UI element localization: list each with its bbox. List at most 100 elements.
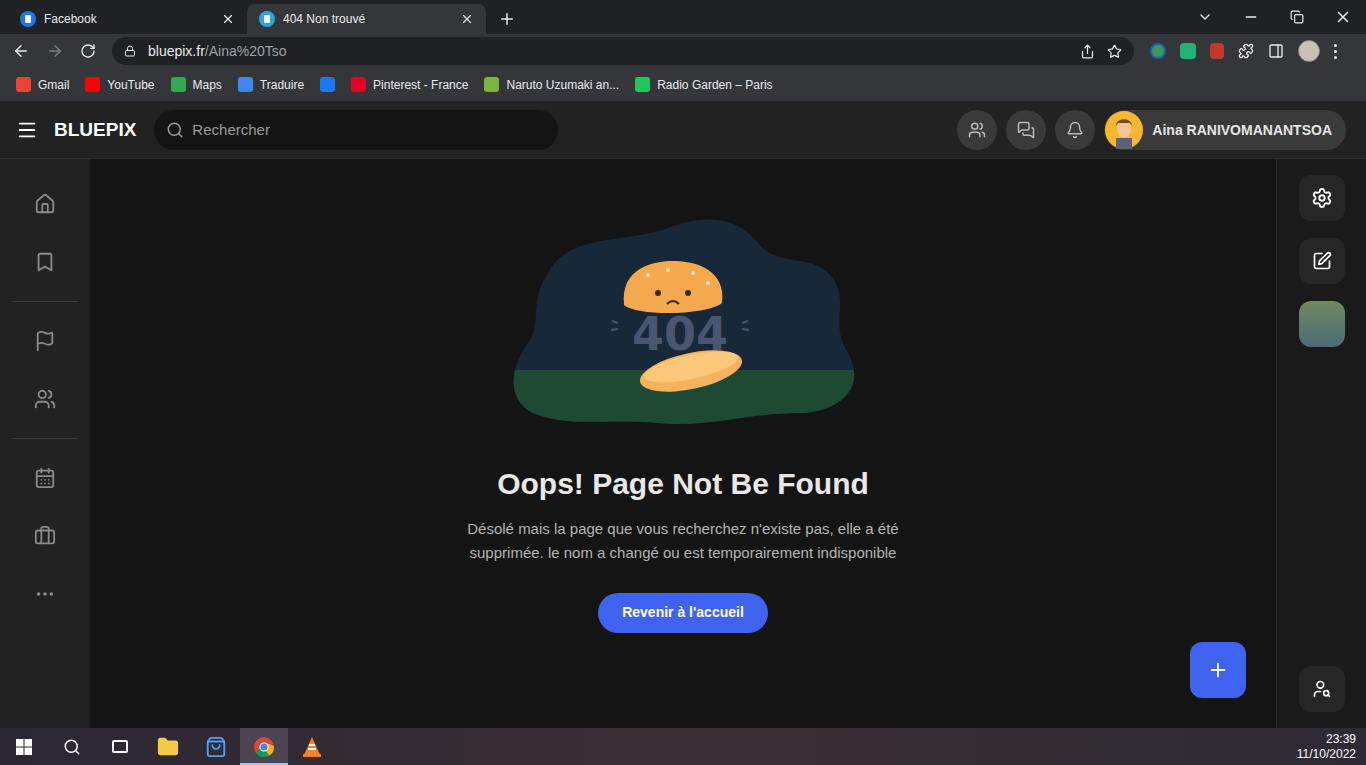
- bookmark[interactable]: Pinterest - France: [351, 76, 468, 94]
- bookmark-star-icon[interactable]: [1107, 44, 1122, 59]
- store-icon: [205, 736, 227, 758]
- vlc-icon: [301, 736, 323, 758]
- restore-icon[interactable]: [1290, 10, 1304, 24]
- messages-icon: [1017, 121, 1035, 139]
- task-view[interactable]: [96, 728, 144, 765]
- close-tab-icon[interactable]: [221, 12, 235, 26]
- calendar-icon: [34, 467, 56, 489]
- bookmark-favicon-icon: [85, 77, 100, 92]
- lock-icon: [124, 45, 136, 57]
- address-bar[interactable]: bluepix.fr/Aina%20Tso: [112, 37, 1134, 65]
- bookmark[interactable]: Radio Garden – Paris: [635, 76, 772, 94]
- task-view-icon: [112, 740, 128, 753]
- hamburger-icon[interactable]: [16, 119, 38, 141]
- chrome-icon: [253, 736, 275, 758]
- taskbar-app[interactable]: [288, 728, 336, 765]
- facebook-icon: [20, 11, 36, 27]
- taskbar-app[interactable]: [240, 728, 288, 765]
- site-header: BLUEPIX Rechercher Aina RANIVOMANANTSOA: [0, 102, 1366, 159]
- screen: Facebook404 Non trouvé bluepix.fr/Aina%20…: [0, 0, 1366, 765]
- profile-avatar[interactable]: [1298, 40, 1320, 62]
- user-chip[interactable]: Aina RANIVOMANANTSOA: [1104, 110, 1346, 150]
- site-logo[interactable]: BLUEPIX: [54, 116, 136, 145]
- left-sidebar: [0, 159, 90, 728]
- minimize-icon[interactable]: [1243, 9, 1259, 25]
- user-avatar-icon: [1105, 111, 1143, 149]
- sidebar-divider: [12, 438, 78, 439]
- close-tab-icon[interactable]: [460, 12, 474, 26]
- bookmark[interactable]: [320, 77, 335, 92]
- plus-icon: [1207, 659, 1229, 681]
- bookmark-favicon-icon: [635, 77, 650, 92]
- taskbar: 23:3911/10/2022: [0, 728, 1366, 765]
- notifications-button[interactable]: [1055, 110, 1095, 150]
- browser-tab[interactable]: 404 Non trouvé: [247, 4, 486, 34]
- bookmark[interactable]: Traduire: [238, 76, 304, 94]
- extension-icon[interactable]: [1180, 43, 1196, 59]
- clock[interactable]: 23:3911/10/2022: [1297, 732, 1366, 762]
- side-panel-icon[interactable]: [1268, 43, 1284, 59]
- search-icon: [63, 738, 81, 756]
- more-icon: [34, 583, 56, 605]
- flag-link[interactable]: [0, 312, 90, 370]
- friends-button[interactable]: [957, 110, 997, 150]
- reload-icon[interactable]: [80, 43, 96, 59]
- new-tab-icon[interactable]: [498, 10, 516, 28]
- taskbar-search[interactable]: [48, 728, 96, 765]
- close-window-icon[interactable]: [1334, 8, 1352, 26]
- edit-button[interactable]: [1299, 238, 1345, 284]
- home-link[interactable]: [0, 175, 90, 233]
- page-body: 404Oops! Page Not Be FoundDésolé mais la…: [0, 159, 1366, 728]
- groups-link[interactable]: [0, 370, 90, 428]
- home-icon: [34, 193, 56, 215]
- start-button[interactable]: [0, 728, 48, 765]
- folder-icon: [157, 736, 179, 758]
- bookmark-favicon-icon: [171, 77, 186, 92]
- bookmarks-bar: Gmail YouTube Maps Traduire Pinterest - Fran…: [0, 68, 1366, 102]
- menu-dots-icon[interactable]: [1334, 44, 1337, 59]
- bookmark-favicon-icon: [351, 77, 366, 92]
- extension-icon[interactable]: [1210, 43, 1224, 59]
- users-icon: [968, 121, 986, 139]
- browser-tab[interactable]: Facebook: [8, 4, 247, 34]
- groups-icon: [34, 388, 56, 410]
- gear-icon: [1311, 187, 1333, 209]
- settings-button[interactable]: [1299, 175, 1345, 221]
- sidebar-divider: [12, 301, 78, 302]
- bluepix-icon: [259, 11, 275, 27]
- bookmark-icon: [34, 251, 56, 273]
- tab-search-icon[interactable]: [1197, 9, 1213, 25]
- forward-icon[interactable]: [46, 42, 64, 60]
- main-content: 404Oops! Page Not Be FoundDésolé mais la…: [90, 159, 1276, 728]
- taskbar-app[interactable]: [192, 728, 240, 765]
- error-title: Oops! Page Not Be Found: [497, 465, 869, 503]
- briefcase-link[interactable]: [0, 507, 90, 565]
- taskbar-app[interactable]: [144, 728, 192, 765]
- fab-button[interactable]: [1190, 642, 1246, 698]
- edit-icon: [1312, 251, 1332, 271]
- error-message: Désolé mais la page que vous recherchez …: [443, 517, 923, 565]
- windows-logo-icon: [16, 739, 32, 755]
- find-user-button[interactable]: [1299, 666, 1345, 712]
- home-button[interactable]: Revenir à l'accueil: [598, 593, 768, 633]
- bookmark[interactable]: Naruto Uzumaki an...: [484, 76, 619, 94]
- tab-strip: Facebook404 Non trouvé: [0, 0, 1366, 34]
- briefcase-icon: [34, 525, 56, 547]
- more-link[interactable]: [0, 565, 90, 623]
- contact-photo[interactable]: [1299, 301, 1345, 347]
- bookmark[interactable]: Gmail: [16, 76, 69, 94]
- search-field[interactable]: Rechercher: [154, 110, 558, 150]
- browser-toolbar: bluepix.fr/Aina%20Tso: [0, 34, 1366, 68]
- messages-button[interactable]: [1006, 110, 1046, 150]
- extensions-icon[interactable]: [1238, 43, 1254, 59]
- bookmark[interactable]: Maps: [171, 76, 222, 94]
- bookmark-link[interactable]: [0, 233, 90, 291]
- calendar-link[interactable]: [0, 449, 90, 507]
- share-icon[interactable]: [1080, 44, 1095, 59]
- search-icon: [166, 121, 184, 139]
- bookmark[interactable]: YouTube: [85, 76, 154, 94]
- right-sidebar: [1276, 159, 1366, 728]
- back-icon[interactable]: [12, 42, 30, 60]
- bookmark-favicon-icon: [238, 77, 253, 92]
- extension-icon[interactable]: [1150, 43, 1166, 59]
